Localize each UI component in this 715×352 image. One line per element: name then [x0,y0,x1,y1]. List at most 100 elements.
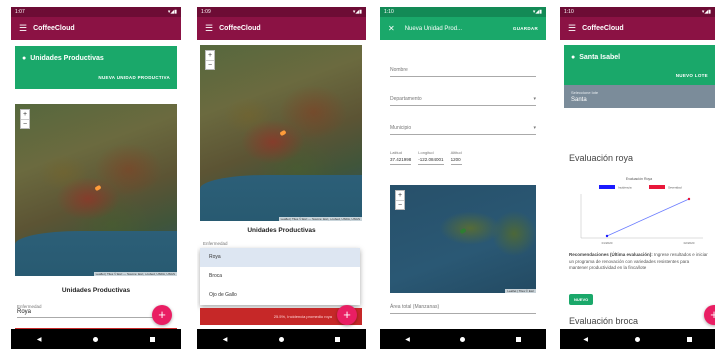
zoom-out-button[interactable]: − [396,200,404,209]
map-view[interactable]: + − Leaflet | Tiles © Esri — Source: Esr… [15,104,177,276]
form-title: Nueva Unidad Prod... [404,25,463,32]
app-title: CoffeeCloud [33,25,75,32]
recents-icon[interactable] [686,336,692,342]
lot-select-value: Santa [571,97,587,103]
status-bar: 1:09 ▾◢▮ [197,7,366,17]
chart-title: Evaluación Roya [626,177,652,181]
zoom-in-button[interactable]: + [21,110,29,119]
dropdown-label: Enfermedad [203,241,228,246]
status-time: 1:09 [201,9,211,15]
home-icon[interactable] [93,336,99,342]
map-marker[interactable] [94,184,102,192]
phone-screen-3: 1:10 ▾◢▮ ✕ Nueva Unidad Prod... GUARDAR … [380,7,546,349]
legend-severidad-swatch [649,185,665,189]
longitude-value: -122.084001 [418,157,444,162]
area-input-placeholder: Área total (Manzanas) [390,304,440,310]
farm-header-title: Santa Isabel [579,54,621,61]
new-evaluation-button[interactable]: NUEVO [569,294,594,305]
units-header-title: Unidades Productivas [30,55,104,62]
map-marker[interactable] [459,227,467,235]
map-attribution: Leaflet | Tiles © Esri — Source: Esri, i… [93,272,177,276]
back-icon[interactable]: ◀ [583,336,588,343]
name-input-placeholder: Nombre [390,67,408,73]
status-time: 1:07 [15,9,25,15]
status-bar: 1:10 ▾◢▮ [380,7,546,17]
recents-icon[interactable] [335,336,341,342]
recents-icon[interactable] [150,336,156,342]
user-icon: ● [22,55,27,62]
map-attribution: Leaflet | Tiles © Esri — Source: Esri, i… [278,217,362,221]
latitude-label: Latitud [390,150,403,155]
disease-dropdown: Roya Broca Ojo de Gallo [200,248,360,305]
zoom-control: + − [205,50,215,70]
back-icon[interactable]: ◀ [37,336,42,343]
lot-select[interactable]: Seleccione lote Santa [564,85,715,108]
zoom-out-button[interactable]: − [206,60,214,69]
chevron-down-icon: ▾ [533,125,536,131]
add-fab[interactable]: + [337,305,357,325]
zoom-in-button[interactable]: + [206,51,214,60]
phone-screen-2: 1:09 ▾◢▮ ☰ CoffeeCloud + − Leaflet | Til… [197,7,366,349]
disease-select[interactable]: Enfermedad Roya [17,304,167,318]
status-time: 1:10 [384,9,394,15]
dropdown-option-broca[interactable]: Broca [200,267,360,286]
zoom-in-button[interactable]: + [396,191,404,200]
broca-section-title: Evaluación broca [569,316,639,326]
system-nav-bar: ◀ [11,329,181,349]
screenshots-stage: 1:07 ▾◢▮ ☰ CoffeeCloud ● Unidades Product… [0,0,715,352]
menu-icon[interactable]: ☰ [19,23,27,34]
new-lot-button[interactable]: NUEVO LOTE [571,73,708,78]
roya-chart: Evaluación Roya Incidencia Severidad 01/… [580,177,703,245]
altitude-label: Altitud [450,150,462,155]
name-input[interactable]: Nombre [390,67,536,77]
dropdown-option-ojo-de-gallo[interactable]: Ojo de Gallo [200,286,360,305]
back-icon[interactable]: ◀ [223,336,228,343]
close-icon[interactable]: ✕ [388,24,395,33]
location-map[interactable]: + − Leaflet | Tiles © Esri [390,185,536,293]
back-icon[interactable]: ◀ [405,336,410,343]
municipality-select[interactable]: Municipio ▾ [390,125,536,135]
map-caption: Unidades Productivas [247,227,316,234]
home-icon[interactable] [460,336,466,342]
map-sea [15,231,177,276]
map-marker[interactable] [279,129,287,137]
phone-screen-1: 1:07 ▾◢▮ ☰ CoffeeCloud ● Unidades Product… [11,7,181,349]
area-input[interactable]: Área total (Manzanas) [390,304,536,314]
lot-select-label: Seleccione lote [571,90,599,95]
menu-icon[interactable]: ☰ [205,23,213,34]
save-button[interactable]: GUARDAR [513,26,538,31]
map-sea [200,175,362,221]
map-view[interactable]: + − Leaflet | Tiles © Esri — Source: Esr… [200,45,362,221]
series-point-1 [605,234,609,238]
recommendations-text: Recomendaciones (Última evaluación): Ing… [569,252,709,272]
status-icons: ▾◢▮ [352,9,362,15]
home-icon[interactable] [278,336,284,342]
longitude-field[interactable]: Longitud -122.084001 [418,150,444,165]
new-evaluation-label: NUEVO [574,297,589,302]
app-title: CoffeeCloud [582,25,624,32]
farm-header: ● Santa Isabel NUEVO LOTE [564,45,715,85]
add-fab[interactable]: + [152,305,172,325]
altitude-field[interactable]: Altitud 1200 [450,150,462,165]
roya-section-title: Evaluación roya [569,153,634,163]
new-unit-button[interactable]: NUEVA UNIDAD PRODUCTIVA [22,75,170,80]
recents-icon[interactable] [515,336,521,342]
add-fab[interactable]: + [704,305,715,325]
home-icon[interactable] [634,336,640,342]
disease-select-value: Roya [17,309,32,315]
zoom-out-button[interactable]: − [21,119,29,128]
zoom-control: + − [395,190,405,210]
app-bar: ☰ CoffeeCloud [11,17,181,40]
latitude-field[interactable]: Latitud 37.421998 [390,150,412,165]
app-title: CoffeeCloud [219,25,261,32]
dropdown-option-roya[interactable]: Roya [200,248,360,267]
menu-icon[interactable]: ☰ [568,23,576,34]
municipality-select-label: Municipio [390,125,412,131]
longitude-label: Longitud [418,150,434,155]
form-app-bar: ✕ Nueva Unidad Prod... GUARDAR [380,17,546,40]
app-bar: ☰ CoffeeCloud [560,17,715,40]
status-icons: ▾◢▮ [167,9,177,15]
app-bar: ☰ CoffeeCloud [197,17,366,40]
status-time: 1:10 [564,9,574,15]
department-select[interactable]: Departamento ▾ [390,96,536,106]
